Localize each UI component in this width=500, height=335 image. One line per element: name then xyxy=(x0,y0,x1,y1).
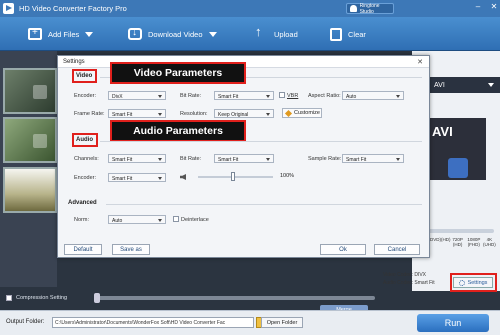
res-label[interactable]: (HD) xyxy=(441,237,451,247)
play-icon[interactable] xyxy=(33,134,47,148)
customize-button[interactable]: Customize xyxy=(282,108,322,118)
output-folder-label: Output Folder: xyxy=(6,319,45,325)
run-button[interactable]: Run xyxy=(417,314,489,332)
audio-codec: Audio Codec: Smart Fit xyxy=(383,280,435,286)
download-video-button[interactable]: Download Video xyxy=(128,25,217,43)
sample-rate-label: Sample Rate: xyxy=(308,156,342,162)
download-video-label: Download Video xyxy=(148,29,203,39)
resolution-select[interactable]: Keep Original xyxy=(214,109,274,118)
audio-bitrate-select[interactable]: Smart Fit xyxy=(214,154,274,163)
dialog-title: Settings xyxy=(63,59,85,65)
upload-label: Upload xyxy=(274,29,298,39)
minimize-icon[interactable]: – xyxy=(474,2,482,11)
add-files-button[interactable]: Add Files xyxy=(28,25,94,43)
video-encoder-select[interactable]: DivX xyxy=(108,91,166,100)
sample-rate-select[interactable]: Smart Fit xyxy=(342,154,404,163)
clear-button[interactable]: Clear xyxy=(330,25,366,43)
bell-icon xyxy=(350,5,357,12)
aspect-ratio-select[interactable]: Auto xyxy=(342,91,404,100)
pencil-icon xyxy=(284,109,293,117)
compression-label: Compression Setting xyxy=(16,295,68,301)
download-icon xyxy=(128,27,142,40)
video-thumbnail[interactable] xyxy=(3,117,57,163)
frame-rate-label: Frame Rate: xyxy=(74,111,105,117)
vbr-label: VBR xyxy=(287,93,299,99)
audio-encoder-select[interactable]: Smart Fit xyxy=(108,173,166,182)
close-window-icon[interactable]: ✕ xyxy=(490,2,498,11)
audio-parameters-banner: Audio Parameters xyxy=(110,120,246,142)
clear-label: Clear xyxy=(348,29,366,39)
output-path-field[interactable]: C:\Users\Administrator\Documents\WonderF… xyxy=(52,317,254,328)
clear-icon xyxy=(330,27,342,41)
resolution-label: Resolution: xyxy=(180,111,208,117)
advanced-section-header: Advanced xyxy=(68,200,97,206)
resolution-slider[interactable] xyxy=(424,229,494,233)
output-format-select[interactable]: AVI xyxy=(428,77,500,93)
encoder-label: Encoder: xyxy=(74,93,97,99)
video-bitrate-select[interactable]: Smart Fit xyxy=(214,91,274,100)
audio-bitrate-label: Bit Rate: xyxy=(180,156,202,162)
codec-info: Video Codec: DIVX Audio Codec: Smart Fit xyxy=(383,271,435,287)
volume-slider[interactable] xyxy=(198,176,273,178)
deinterlace-label: Deinterlace xyxy=(181,217,209,223)
channels-label: Channels: xyxy=(74,156,99,162)
norm-label: Norm: xyxy=(74,217,89,223)
default-button[interactable]: Default xyxy=(64,244,102,255)
norm-select[interactable]: Auto xyxy=(108,215,166,224)
compression-checkbox[interactable] xyxy=(6,295,12,301)
upload-icon xyxy=(252,24,268,41)
app-logo-icon xyxy=(3,3,14,14)
volume-icon xyxy=(180,174,186,180)
audio-encoder-label: Encoder: xyxy=(74,175,97,181)
audio-highlight-box xyxy=(72,133,98,147)
frame-rate-select[interactable]: Smart Fit xyxy=(108,109,166,118)
main-toolbar: Add Files Download Video Upload Clear xyxy=(0,17,500,51)
settings-dialog: Settings ✕ Video Video Parameters Encode… xyxy=(57,55,430,258)
file-list xyxy=(0,51,57,287)
close-icon[interactable]: ✕ xyxy=(417,58,423,66)
cancel-button[interactable]: Cancel xyxy=(374,244,420,255)
customize-label: Customize xyxy=(294,110,320,116)
video-parameters-banner: Video Parameters xyxy=(110,62,246,84)
res-label[interactable]: 4K (UHD) xyxy=(483,237,496,247)
title-bar: HD Video Converter Factory Pro Ringtone … xyxy=(0,0,500,17)
video-thumbnail[interactable] xyxy=(3,167,57,213)
res-label[interactable]: (DVD) xyxy=(429,237,442,247)
compression-slider[interactable] xyxy=(95,296,375,300)
divider xyxy=(106,204,422,205)
chevron-down-icon[interactable] xyxy=(208,31,217,37)
res-label[interactable]: 720P (HD) xyxy=(451,237,465,247)
vbr-checkbox[interactable] xyxy=(279,92,285,98)
ringtone-label: Ringtone Studio xyxy=(359,2,380,15)
play-icon[interactable] xyxy=(33,85,47,99)
res-label[interactable]: 1080P (FHD) xyxy=(465,237,483,247)
settings-highlight-box xyxy=(450,273,497,292)
open-folder-button[interactable]: Open Folder xyxy=(261,317,303,328)
deinterlace-checkbox[interactable] xyxy=(173,216,179,222)
aspect-ratio-label: Aspect Ratio: xyxy=(308,93,341,99)
add-files-icon xyxy=(28,27,42,40)
app-title: HD Video Converter Factory Pro xyxy=(19,4,127,13)
film-icon xyxy=(448,158,468,178)
divider xyxy=(100,141,422,142)
compression-slider-handle[interactable] xyxy=(94,293,100,303)
video-highlight-box xyxy=(72,69,97,83)
save-as-button[interactable]: Save as xyxy=(112,244,150,255)
chevron-down-icon[interactable] xyxy=(85,31,94,37)
video-codec: Video Codec: DIVX xyxy=(383,272,426,278)
upload-button[interactable]: Upload xyxy=(252,24,298,43)
video-thumbnail[interactable] xyxy=(3,68,57,114)
bottom-bar: Output Folder: C:\Users\Administrator\Do… xyxy=(0,310,500,335)
ok-button[interactable]: Ok xyxy=(320,244,366,255)
bitrate-label: Bit Rate: xyxy=(180,93,202,99)
add-files-label: Add Files xyxy=(48,29,80,39)
channels-select[interactable]: Smart Fit xyxy=(108,154,166,163)
ringtone-studio-button[interactable]: Ringtone Studio xyxy=(346,2,394,15)
volume-value: 100% xyxy=(280,173,295,179)
volume-slider-handle[interactable] xyxy=(231,172,235,181)
